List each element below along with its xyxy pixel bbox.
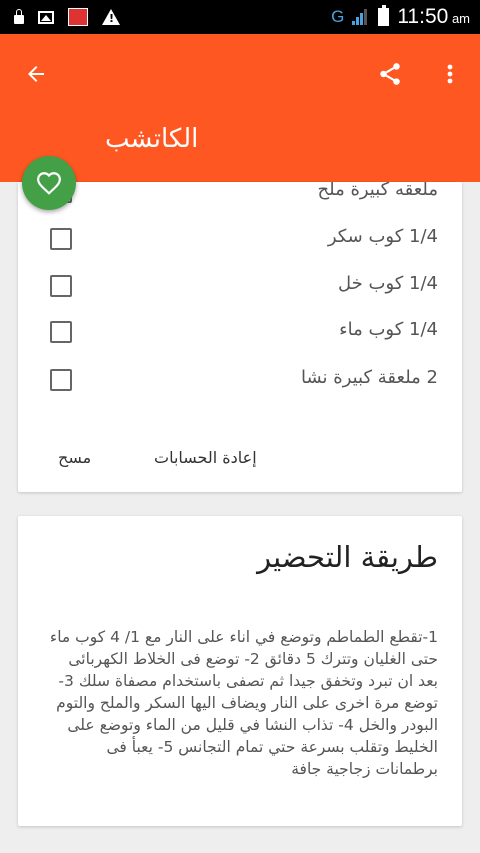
back-arrow-icon [28, 66, 44, 82]
preparation-title: طريقة التحضير [257, 540, 438, 574]
back-button[interactable] [16, 54, 56, 94]
reset-calculations-button[interactable]: إعادة الحسابات [154, 448, 257, 467]
ingredient-label: 1/4 كوب خل [338, 273, 438, 294]
more-options-button[interactable] [432, 54, 468, 94]
ingredient-label: 1/4 كوب ماء [339, 319, 438, 340]
share-icon [380, 63, 400, 85]
warning-icon [102, 9, 120, 25]
ingredient-checkbox[interactable] [50, 228, 72, 250]
network-type: G [331, 7, 345, 26]
preparation-card: طريقة التحضير 1-تقطع الطماطم وتوضع في ان… [18, 516, 462, 826]
ingredient-item[interactable]: 1/4 كوب خل [18, 266, 462, 306]
ingredient-item[interactable]: ملعقه كبيرة ملح [18, 182, 462, 212]
battery-icon [378, 5, 390, 26]
clock: 11:50 am [397, 5, 470, 28]
share-button[interactable] [370, 54, 410, 94]
image-notification-icon [38, 10, 54, 24]
ingredient-label: ملعقه كبيرة ملح [317, 182, 439, 200]
ingredient-item[interactable]: 1/4 كوب ماء [18, 312, 462, 352]
favorite-button[interactable] [22, 156, 76, 210]
ingredients-card: ملعقه كبيرة ملح 1/4 كوب سكر 1/4 كوب خل 1… [18, 182, 462, 492]
clear-button[interactable]: مسح [58, 448, 91, 467]
page-title: الكاتشب [105, 124, 199, 154]
ingredient-item[interactable]: 1/4 كوب سكر [18, 219, 462, 259]
more-vert-icon [447, 64, 453, 84]
app-bar: الكاتشب [0, 34, 480, 182]
ingredient-checkbox[interactable] [50, 275, 72, 297]
signal-icon [352, 9, 370, 25]
preparation-steps: 1-تقطع الطماطم وتوضع في اناء على النار م… [49, 628, 438, 778]
lock-icon [14, 8, 24, 24]
message-notification-icon [68, 8, 88, 26]
status-bar: G 11:50 am [0, 0, 480, 34]
ingredient-label: 2 ملعقة كبيرة نشا [300, 367, 438, 388]
ingredient-item[interactable]: 2 ملعقة كبيرة نشا [18, 360, 462, 400]
ingredient-checkbox[interactable] [50, 369, 72, 391]
ingredient-checkbox[interactable] [50, 321, 72, 343]
heart-icon [37, 172, 61, 195]
ingredient-label: 1/4 كوب سكر [327, 226, 438, 247]
